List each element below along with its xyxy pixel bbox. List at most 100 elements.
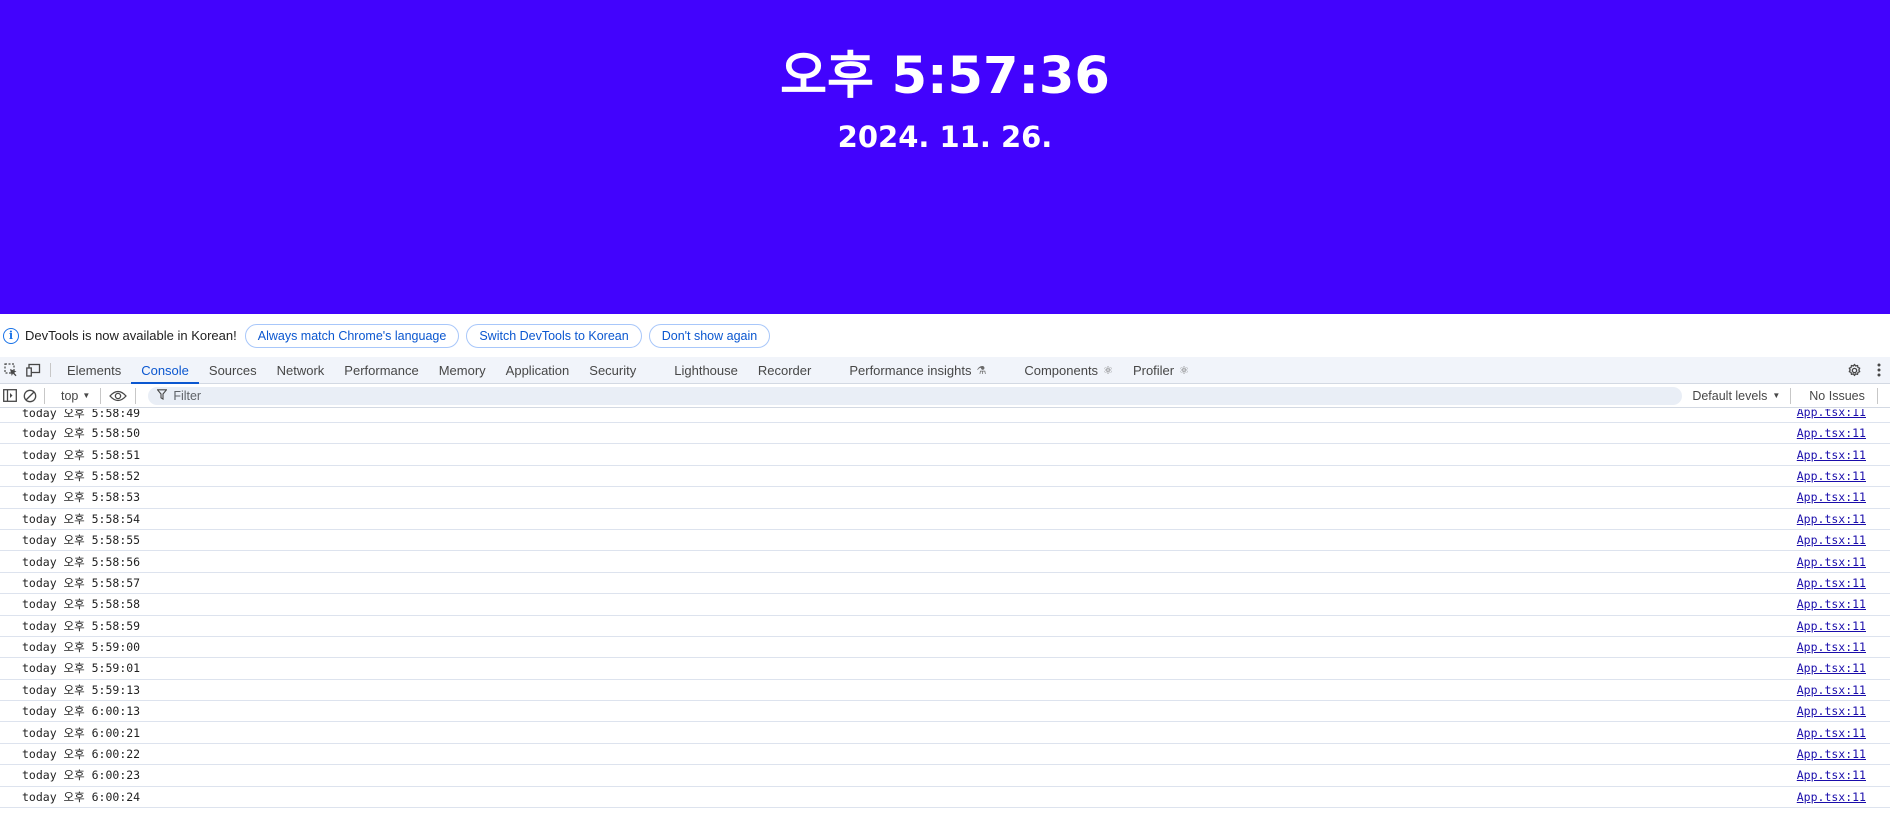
inspect-element-icon[interactable] — [0, 357, 22, 383]
console-source-link[interactable]: App.tsx:11 — [1797, 661, 1866, 675]
devtools-tabbar: Elements Console Sources Network Performance… — [0, 357, 1890, 384]
console-source-link[interactable]: App.tsx:11 — [1797, 426, 1866, 440]
console-message-row: today 오후 5:59:13 App.tsx:11 — [0, 680, 1890, 702]
console-message-row: today 오후 5:58:53 App.tsx:11 — [0, 487, 1890, 509]
console-message-row: today 오후 5:58:58 App.tsx:11 — [0, 594, 1890, 616]
console-message-row: today 오후 5:58:56 App.tsx:11 — [0, 551, 1890, 573]
console-source-link[interactable]: App.tsx:11 — [1797, 409, 1866, 419]
filter-funnel-icon — [156, 388, 168, 403]
tab-label: Sources — [208, 362, 257, 378]
filter-placeholder: Filter — [173, 388, 202, 403]
tab-performance-insights[interactable]: Performance insights ⚗ — [839, 357, 996, 383]
console-source-link[interactable]: App.tsx:11 — [1797, 490, 1866, 504]
console-source-link[interactable]: App.tsx:11 — [1797, 726, 1866, 740]
toolbar-divider — [100, 387, 102, 404]
js-context-value: top — [61, 388, 79, 403]
react-icon: ⚛ — [1103, 364, 1113, 377]
console-message-text: today 오후 6:00:13 — [22, 704, 141, 719]
tabbar-right-actions — [1840, 357, 1890, 383]
more-options-icon[interactable] — [1868, 357, 1890, 383]
clear-console-icon[interactable] — [20, 384, 40, 408]
console-source-link[interactable]: App.tsx:11 — [1797, 747, 1866, 761]
react-icon: ⚛ — [1179, 364, 1189, 377]
console-source-link[interactable]: App.tsx:11 — [1797, 448, 1866, 462]
console-filter-input[interactable]: Filter — [148, 386, 1683, 405]
issues-counter[interactable]: No Issues — [1809, 389, 1865, 403]
tab-sources[interactable]: Sources — [199, 357, 267, 383]
chevron-down-icon: ▼ — [82, 391, 91, 400]
console-source-link[interactable]: App.tsx:11 — [1797, 683, 1866, 697]
console-source-link[interactable]: App.tsx:11 — [1797, 597, 1866, 611]
console-message-row: today 오후 5:59:00 App.tsx:11 — [0, 637, 1890, 659]
console-message-row: today 오후 6:00:24 App.tsx:11 — [0, 787, 1890, 809]
console-message-row: today 오후 6:00:23 App.tsx:11 — [0, 765, 1890, 787]
app-viewport: 오후 5:57:36 2024. 11. 26. — [0, 0, 1890, 314]
tab-label: Application — [505, 362, 570, 378]
settings-gear-icon[interactable] — [1840, 357, 1868, 383]
console-message-row: today 오후 5:58:52 App.tsx:11 — [0, 466, 1890, 488]
console-message-text: today 오후 5:59:01 — [22, 661, 141, 676]
console-source-link[interactable]: App.tsx:11 — [1797, 619, 1866, 633]
tab-console[interactable]: Console — [131, 357, 199, 384]
console-message-text: today 오후 6:00:22 — [22, 747, 141, 762]
console-message-row: today 오후 6:00:22 App.tsx:11 — [0, 744, 1890, 766]
chevron-down-icon: ▼ — [1772, 391, 1781, 400]
toolbar-divider — [1876, 387, 1878, 404]
tab-label: Recorder — [757, 362, 812, 378]
console-message-row: today 오후 5:58:50 App.tsx:11 — [0, 423, 1890, 445]
console-source-link[interactable]: App.tsx:11 — [1797, 555, 1866, 569]
tab-label: Performance — [344, 362, 419, 378]
console-message-row: today 오후 5:58:51 App.tsx:11 — [0, 444, 1890, 466]
language-infobar: i DevTools is now available in Korean! A… — [0, 314, 1890, 357]
switch-to-korean-button[interactable]: Switch DevTools to Korean — [466, 323, 642, 348]
tab-performance[interactable]: Performance — [334, 357, 428, 383]
tab-label: Elements — [67, 362, 122, 378]
live-expression-eye-icon[interactable] — [105, 384, 131, 408]
console-source-link[interactable]: App.tsx:11 — [1797, 533, 1866, 547]
console-source-link[interactable]: App.tsx:11 — [1797, 576, 1866, 590]
console-message-row: today 오후 6:00:13 App.tsx:11 — [0, 701, 1890, 723]
sidebar-toggle-icon[interactable] — [0, 384, 20, 408]
tab-lighthouse[interactable]: Lighthouse — [664, 357, 748, 383]
console-toolbar: top ▼ Filter Default levels ▼ No Issues — [0, 384, 1890, 408]
tab-label: Network — [276, 362, 325, 378]
tab-label: Lighthouse — [674, 362, 738, 378]
infobar-message: DevTools is now available in Korean! — [25, 328, 237, 343]
device-toolbar-icon[interactable] — [22, 357, 44, 383]
tab-recorder[interactable]: Recorder — [748, 357, 821, 383]
console-source-link[interactable]: App.tsx:11 — [1797, 768, 1866, 782]
console-source-link[interactable]: App.tsx:11 — [1797, 704, 1866, 718]
tab-memory[interactable]: Memory — [429, 357, 496, 383]
console-message-row: today 오후 5:58:59 App.tsx:11 — [0, 616, 1890, 637]
tab-security[interactable]: Security — [579, 357, 646, 383]
toolbar-divider — [135, 387, 137, 404]
console-source-link[interactable]: App.tsx:11 — [1797, 640, 1866, 654]
console-message-text: today 오후 5:58:55 — [22, 533, 141, 548]
tab-elements[interactable]: Elements — [57, 357, 131, 383]
console-source-link[interactable]: App.tsx:11 — [1797, 512, 1866, 526]
always-match-language-button[interactable]: Always match Chrome's language — [244, 323, 460, 348]
console-message-text: today 오후 5:58:50 — [22, 426, 141, 441]
console-message-text: today 오후 5:58:58 — [22, 597, 141, 612]
tab-label: Performance insights — [849, 362, 972, 378]
console-message-text: today 오후 6:00:21 — [22, 725, 141, 740]
js-context-select[interactable]: top ▼ — [55, 389, 96, 403]
console-message-text: today 오후 5:58:52 — [22, 468, 141, 483]
tab-network[interactable]: Network — [267, 357, 335, 383]
console-message-text: today 오후 5:59:13 — [22, 682, 141, 697]
console-source-link[interactable]: App.tsx:11 — [1797, 790, 1866, 804]
tab-label: Profiler — [1132, 362, 1175, 378]
clock-time: 오후 5:57:36 — [780, 47, 1110, 106]
dont-show-again-button[interactable]: Don't show again — [648, 323, 771, 348]
tab-components[interactable]: Components ⚛ — [1014, 357, 1123, 383]
console-message-text: today 오후 5:58:53 — [22, 490, 141, 505]
tab-application[interactable]: Application — [496, 357, 580, 383]
console-message-row: today 오후 5:58:54 App.tsx:11 — [0, 509, 1890, 530]
tab-profiler[interactable]: Profiler ⚛ — [1123, 357, 1199, 383]
tab-label: Security — [589, 362, 637, 378]
console-source-link[interactable]: App.tsx:11 — [1797, 469, 1866, 483]
console-message-row: today 오후 5:58:55 App.tsx:11 — [0, 530, 1890, 552]
panel-tabs: Elements Console Sources Network Performance… — [57, 357, 1199, 384]
log-levels-select[interactable]: Default levels ▼ — [1692, 389, 1780, 403]
console-message-text: today 오후 6:00:23 — [22, 768, 141, 783]
